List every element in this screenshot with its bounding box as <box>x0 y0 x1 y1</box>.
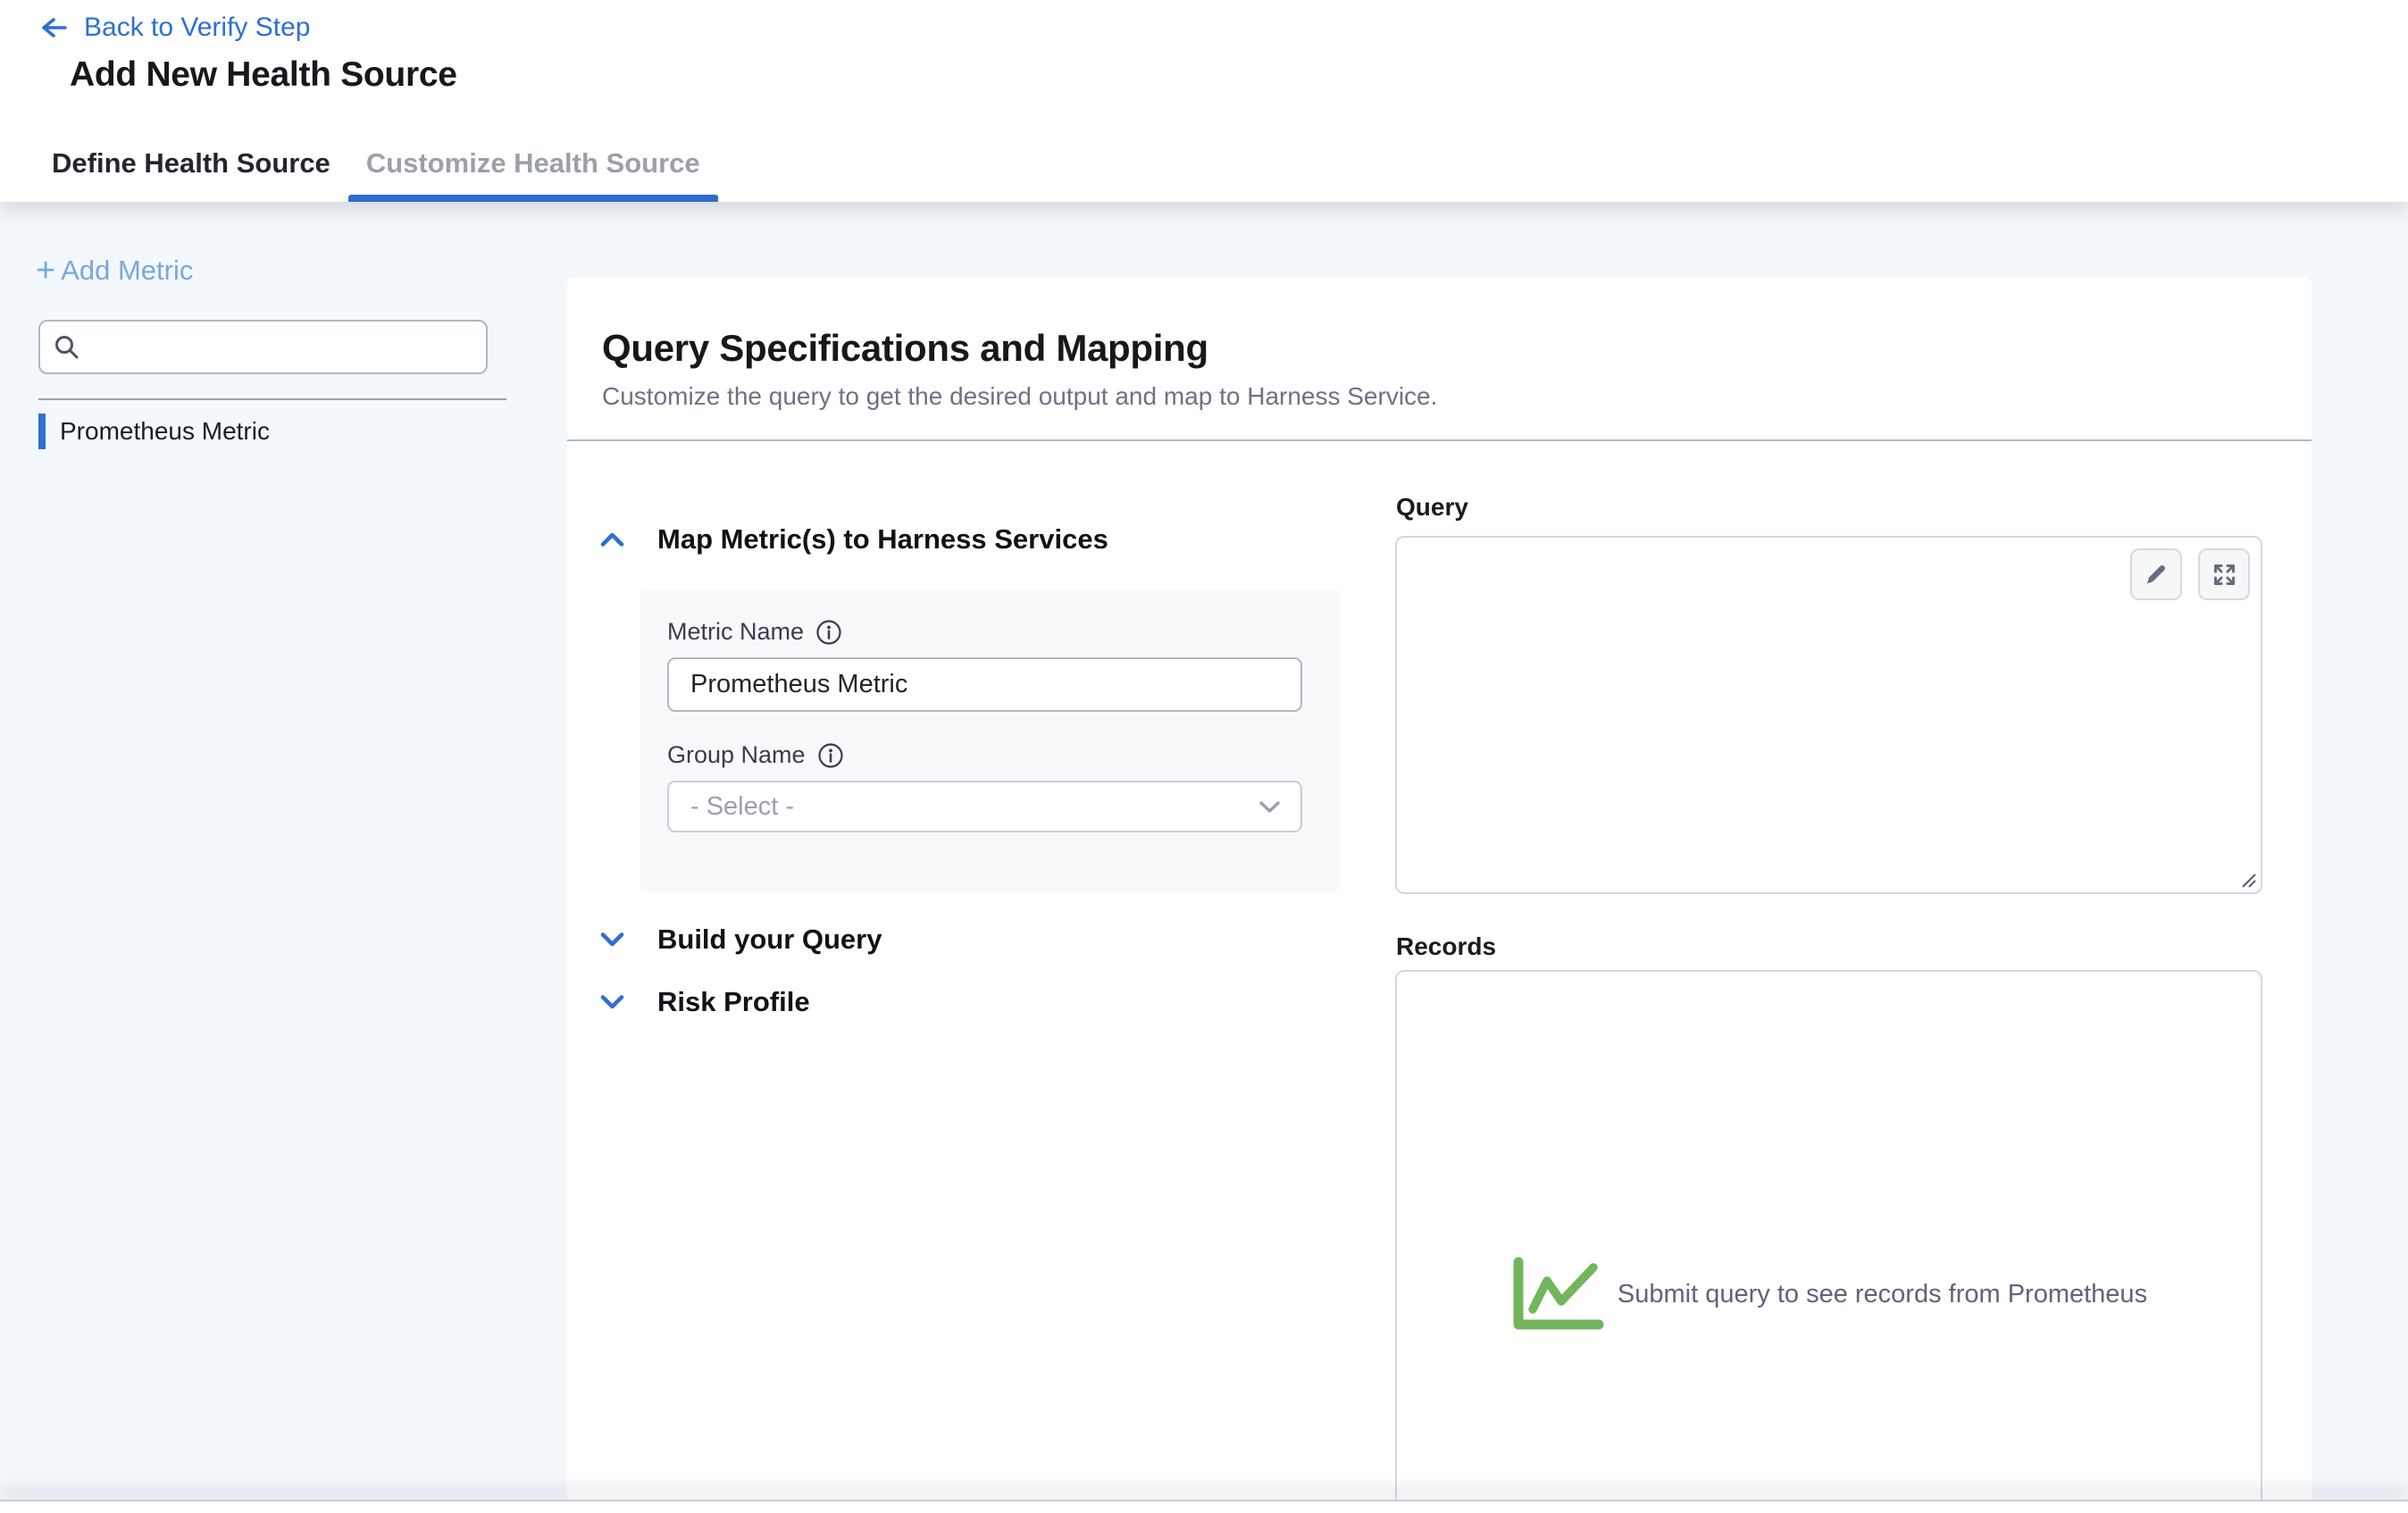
info-icon[interactable] <box>817 742 844 769</box>
group-name-label: Group Name <box>667 741 806 769</box>
back-link-label: Back to Verify Step <box>84 13 310 43</box>
tab-label: Customize Health Source <box>366 147 700 180</box>
info-icon[interactable] <box>815 619 842 646</box>
search-icon <box>53 333 81 362</box>
metric-name-input[interactable] <box>667 657 1302 712</box>
query-editor-box <box>1395 536 2262 894</box>
expand-icon <box>2212 563 2237 587</box>
metrics-sidebar: + Add Metric Prometheus Metric <box>0 202 566 1500</box>
page-title: Add New Health Source <box>70 55 457 95</box>
section-risk-profile-toggle[interactable]: Risk Profile <box>600 986 810 1018</box>
section-label: Map Metric(s) to Harness Services <box>657 523 1108 556</box>
back-arrow-icon <box>36 13 68 42</box>
group-name-placeholder: - Select - <box>690 792 794 822</box>
tab-label: Define Health Source <box>52 147 330 180</box>
line-chart-icon <box>1510 1256 1605 1333</box>
section-build-query-toggle[interactable]: Build your Query <box>600 924 882 956</box>
records-empty-message: Submit query to see records from Prometh… <box>1618 1280 2147 1309</box>
sidebar-divider <box>38 398 506 400</box>
map-metrics-form-card: Metric Name Group Name - Select - <box>640 589 1340 891</box>
select-chevron-icon <box>1258 800 1281 814</box>
back-to-verify-step-link[interactable]: Back to Verify Step <box>36 13 310 43</box>
chevron-down-icon <box>600 932 624 948</box>
panel-title: Query Specifications and Mapping <box>602 327 1208 370</box>
chevron-down-icon <box>600 994 624 1010</box>
group-name-select[interactable]: - Select - <box>667 781 1302 832</box>
metric-list-item-prometheus[interactable]: Prometheus Metric <box>38 414 270 449</box>
query-specifications-panel: Query Specifications and Mapping Customi… <box>567 277 2312 1500</box>
health-source-tabbar: Define Health Source Customize Health So… <box>0 125 2408 202</box>
records-label: Records <box>1396 932 1496 961</box>
chevron-up-icon <box>600 531 624 548</box>
edit-query-button[interactable] <box>2130 548 2182 600</box>
page-header: Back to Verify Step Add New Health Sourc… <box>0 0 2408 125</box>
panel-subtitle: Customize the query to get the desired o… <box>602 382 1437 411</box>
expand-query-button[interactable] <box>2198 548 2250 600</box>
tab-define-health-source[interactable]: Define Health Source <box>34 125 348 202</box>
tab-customize-health-source[interactable]: Customize Health Source <box>348 125 718 202</box>
metric-name-label: Metric Name <box>667 618 804 646</box>
plus-icon: + <box>36 257 55 284</box>
add-metric-label: Add Metric <box>61 255 193 287</box>
active-tab-underline <box>348 195 718 202</box>
records-box: Submit query to see records from Prometh… <box>1395 970 2262 1500</box>
records-empty-state: Submit query to see records from Prometh… <box>1397 1256 2261 1333</box>
query-textarea[interactable] <box>1400 541 2169 890</box>
query-label: Query <box>1396 493 1468 522</box>
footer-bar <box>0 1500 2408 1513</box>
resize-handle-icon[interactable] <box>2237 868 2258 890</box>
panel-divider <box>567 439 2312 441</box>
edit-pencil-icon <box>2144 562 2169 587</box>
section-label: Build your Query <box>657 924 882 956</box>
metric-search-input[interactable] <box>38 320 488 374</box>
section-map-metrics-toggle[interactable]: Map Metric(s) to Harness Services <box>600 523 1108 556</box>
add-metric-button[interactable]: + Add Metric <box>36 255 193 287</box>
section-label: Risk Profile <box>657 986 810 1018</box>
metric-item-label: Prometheus Metric <box>60 417 270 446</box>
selected-metric-indicator <box>38 414 46 449</box>
